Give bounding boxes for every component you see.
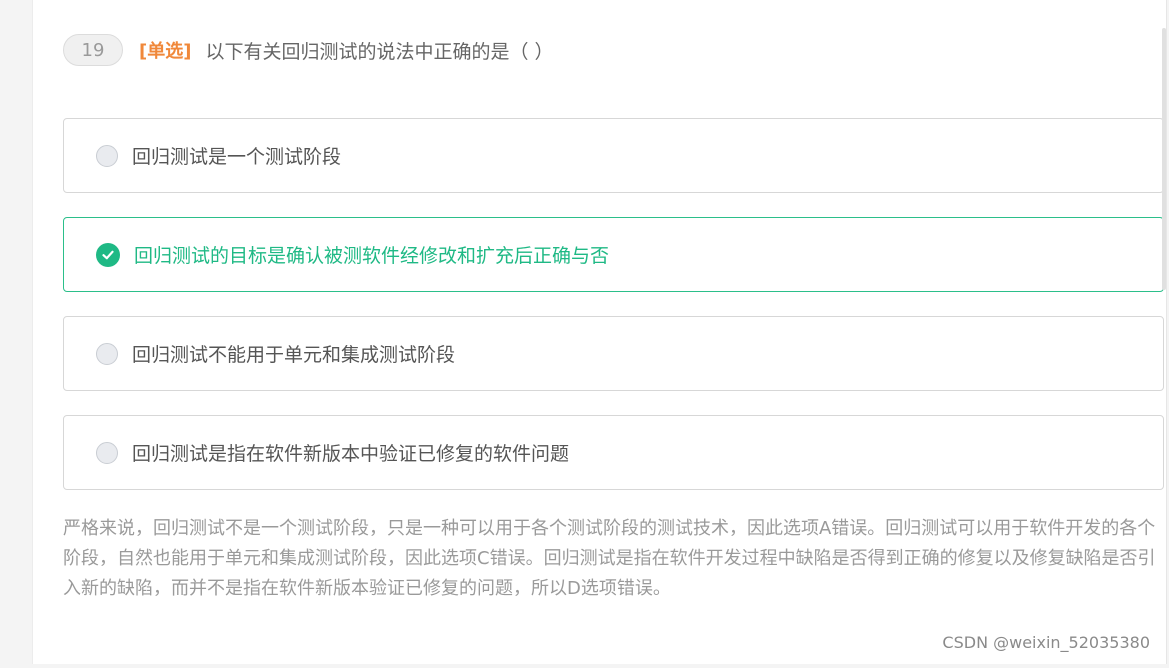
option-label: 回归测试是指在软件新版本中验证已修复的软件问题 — [132, 443, 570, 465]
question-type-label: [单选] — [139, 41, 192, 62]
check-circle-icon[interactable] — [96, 242, 120, 267]
option-label: 回归测试的目标是确认被测软件经修改和扩充后正确与否 — [134, 245, 610, 267]
option-c[interactable]: 回归测试不能用于单元和集成测试阶段 — [63, 316, 1164, 391]
option-b[interactable]: 回归测试的目标是确认被测软件经修改和扩充后正确与否 — [63, 217, 1164, 292]
question-panel: 19 [单选] 以下有关回归测试的说法中正确的是（ ） 回归测试是一个测试阶段 … — [32, 0, 1167, 664]
option-d[interactable]: 回归测试是指在软件新版本中验证已修复的软件问题 — [63, 415, 1164, 490]
option-a[interactable]: 回归测试是一个测试阶段 — [63, 118, 1164, 193]
question-text: 以下有关回归测试的说法中正确的是（ ） — [205, 40, 554, 63]
question-number-badge: 19 — [63, 34, 123, 66]
answer-explanation: 严格来说，回归测试不是一个测试阶段，只是一种可以用于各个测试阶段的测试技术，因此… — [63, 518, 1156, 599]
option-label: 回归测试是一个测试阶段 — [132, 146, 342, 168]
radio-unselected-icon[interactable] — [96, 441, 118, 464]
radio-unselected-icon[interactable] — [96, 144, 118, 167]
scrollbar[interactable] — [1162, 28, 1166, 290]
radio-unselected-icon[interactable] — [96, 342, 118, 365]
option-label: 回归测试不能用于单元和集成测试阶段 — [132, 344, 456, 366]
question-header: 19 [单选] 以下有关回归测试的说法中正确的是（ ） — [63, 32, 554, 68]
watermark: CSDN @weixin_52035380 — [942, 633, 1150, 652]
